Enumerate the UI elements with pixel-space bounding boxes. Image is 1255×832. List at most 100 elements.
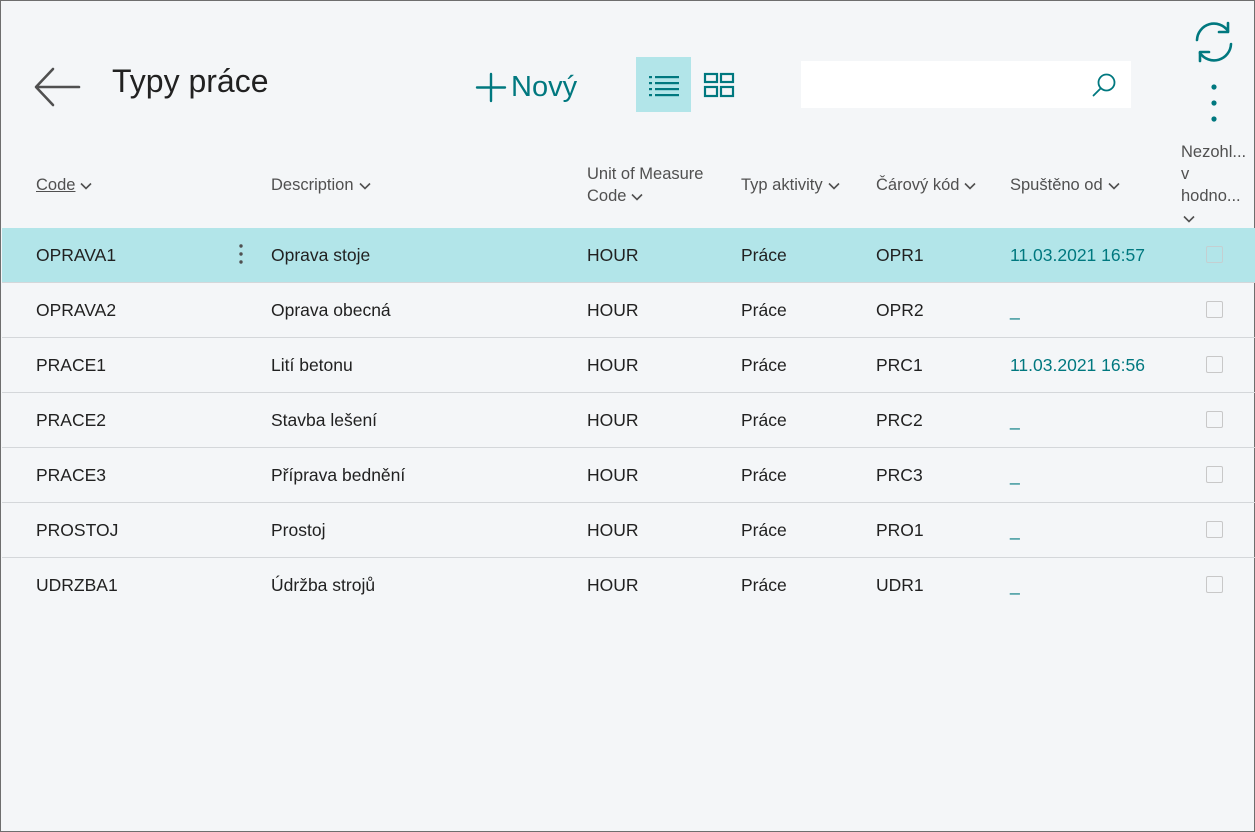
column-header-activity-label: Typ aktivity <box>741 176 823 194</box>
back-arrow-icon <box>34 67 81 107</box>
cell-barcode[interactable]: PRC2 <box>876 393 923 448</box>
column-header-description-label: Description <box>271 176 354 194</box>
table-row[interactable]: PRACE3 Příprava bednění HOUR Práce PRC3 … <box>2 448 1255 503</box>
column-header-code-label: Code <box>36 176 76 194</box>
cell-barcode[interactable]: UDR1 <box>876 558 924 613</box>
cell-activity[interactable]: Práce <box>741 228 787 283</box>
cell-started[interactable]: _ <box>1010 393 1020 448</box>
table-row[interactable]: OPRAVA1 Oprava stoje HOUR Práce OPR1 11.… <box>2 228 1255 283</box>
cell-activity[interactable]: Práce <box>741 393 787 448</box>
plus-icon <box>475 72 507 103</box>
cell-code[interactable]: OPRAVA2 <box>36 283 116 338</box>
list-view-button[interactable] <box>636 57 691 112</box>
cell-description[interactable]: Údržba strojů <box>271 558 375 613</box>
column-header-hidden[interactable]: Nezohl... v hodno... <box>1181 141 1246 229</box>
cell-description[interactable]: Stavba lešení <box>271 393 377 448</box>
chevron-down-icon <box>631 193 644 201</box>
table-row[interactable]: UDRZBA1 Údržba strojů HOUR Práce UDR1 _ <box>2 558 1255 613</box>
table-row[interactable]: OPRAVA2 Oprava obecná HOUR Práce OPR2 _ <box>2 283 1255 338</box>
cell-code[interactable]: PRACE3 <box>36 448 106 503</box>
column-header-description[interactable]: Description <box>271 174 371 196</box>
cell-uom[interactable]: HOUR <box>587 558 639 613</box>
cell-started[interactable]: 11.03.2021 16:57 <box>1010 228 1145 283</box>
cell-barcode[interactable]: PRC3 <box>876 448 923 503</box>
cell-code[interactable]: PRACE1 <box>36 338 106 393</box>
chevron-down-icon <box>80 182 93 190</box>
table-row[interactable]: PRACE1 Lití betonu HOUR Práce PRC1 11.03… <box>2 338 1255 393</box>
cell-started[interactable]: _ <box>1010 448 1020 503</box>
table-row[interactable]: PROSTOJ Prostoj HOUR Práce PRO1 _ <box>2 503 1255 558</box>
cell-code[interactable]: OPRAVA1 <box>36 228 116 283</box>
hidden-checkbox[interactable] <box>1206 411 1223 428</box>
cell-activity[interactable]: Práce <box>741 448 787 503</box>
tile-view-button[interactable] <box>691 57 746 112</box>
column-header-uom-line1: Unit of Measure <box>587 165 704 183</box>
row-actions-icon <box>239 244 243 264</box>
column-header-activity[interactable]: Typ aktivity <box>741 174 840 196</box>
column-header-uom[interactable]: Unit of Measure Code <box>587 163 703 207</box>
refresh-icon <box>1195 21 1233 63</box>
chevron-down-icon <box>1183 215 1195 223</box>
cell-uom[interactable]: HOUR <box>587 283 639 338</box>
cell-code[interactable]: PRACE2 <box>36 393 106 448</box>
cell-description[interactable]: Oprava stoje <box>271 228 370 283</box>
cell-uom[interactable]: HOUR <box>587 393 639 448</box>
cell-barcode[interactable]: OPR1 <box>876 228 924 283</box>
hidden-checkbox[interactable] <box>1206 466 1223 483</box>
cell-uom[interactable]: HOUR <box>587 503 639 558</box>
cell-started[interactable]: _ <box>1010 503 1020 558</box>
cell-activity[interactable]: Práce <box>741 338 787 393</box>
cell-uom[interactable]: HOUR <box>587 338 639 393</box>
cell-description[interactable]: Příprava bednění <box>271 448 405 503</box>
more-vertical-icon <box>1211 84 1217 122</box>
cell-code[interactable]: PROSTOJ <box>36 503 118 558</box>
new-button[interactable]: Nový <box>475 67 577 107</box>
cell-started[interactable]: _ <box>1010 283 1020 338</box>
cell-description[interactable]: Prostoj <box>271 503 325 558</box>
cell-uom[interactable]: HOUR <box>587 228 639 283</box>
chevron-down-icon <box>964 182 977 190</box>
chevron-down-icon <box>358 182 371 190</box>
search-icon[interactable] <box>1091 72 1117 98</box>
column-header-uom-line2: Code <box>587 187 627 205</box>
column-header-started-label: Spuštěno od <box>1010 176 1103 194</box>
cell-barcode[interactable]: PRC1 <box>876 338 923 393</box>
cell-started[interactable]: _ <box>1010 558 1020 613</box>
row-actions-button[interactable] <box>232 242 250 268</box>
table-row[interactable]: PRACE2 Stavba lešení HOUR Práce PRC2 _ <box>2 393 1255 448</box>
cell-uom[interactable]: HOUR <box>587 448 639 503</box>
cell-activity[interactable]: Práce <box>741 283 787 338</box>
cell-code[interactable]: UDRZBA1 <box>36 558 118 613</box>
column-header-hidden-line1: Nezohl... <box>1181 143 1247 161</box>
column-header-barcode[interactable]: Čárový kód <box>876 174 977 196</box>
search-input[interactable] <box>801 61 1081 108</box>
more-options-button[interactable] <box>1201 81 1227 127</box>
cell-description[interactable]: Lití betonu <box>271 338 353 393</box>
cell-activity[interactable]: Práce <box>741 503 787 558</box>
column-header-code[interactable]: Code <box>36 174 93 196</box>
hidden-checkbox[interactable] <box>1206 576 1223 593</box>
cell-barcode[interactable]: PRO1 <box>876 503 924 558</box>
column-header-hidden-line3: hodno... <box>1181 187 1241 205</box>
chevron-down-icon <box>828 182 840 190</box>
column-header-started[interactable]: Spuštěno od <box>1010 174 1120 196</box>
back-button[interactable] <box>31 63 83 111</box>
cell-barcode[interactable]: OPR2 <box>876 283 924 338</box>
search-box <box>801 61 1131 108</box>
hidden-checkbox[interactable] <box>1206 301 1223 318</box>
tile-view-icon <box>703 72 734 97</box>
list-view-icon <box>648 75 679 96</box>
page-title: Typy práce <box>112 63 269 99</box>
cell-description[interactable]: Oprava obecná <box>271 283 391 338</box>
page-frame: Typy práce Nový Code Description Unit of… <box>0 0 1255 832</box>
column-header-hidden-line2: v <box>1181 165 1190 183</box>
cell-started[interactable]: 11.03.2021 16:56 <box>1010 338 1145 393</box>
column-header-barcode-label: Čárový kód <box>876 176 960 194</box>
cell-activity[interactable]: Práce <box>741 558 787 613</box>
chevron-down-icon <box>1108 182 1120 190</box>
new-button-label: Nový <box>511 70 578 103</box>
refresh-button[interactable] <box>1191 19 1237 65</box>
hidden-checkbox[interactable] <box>1206 356 1223 373</box>
hidden-checkbox[interactable] <box>1206 521 1223 538</box>
hidden-checkbox[interactable] <box>1206 246 1223 263</box>
